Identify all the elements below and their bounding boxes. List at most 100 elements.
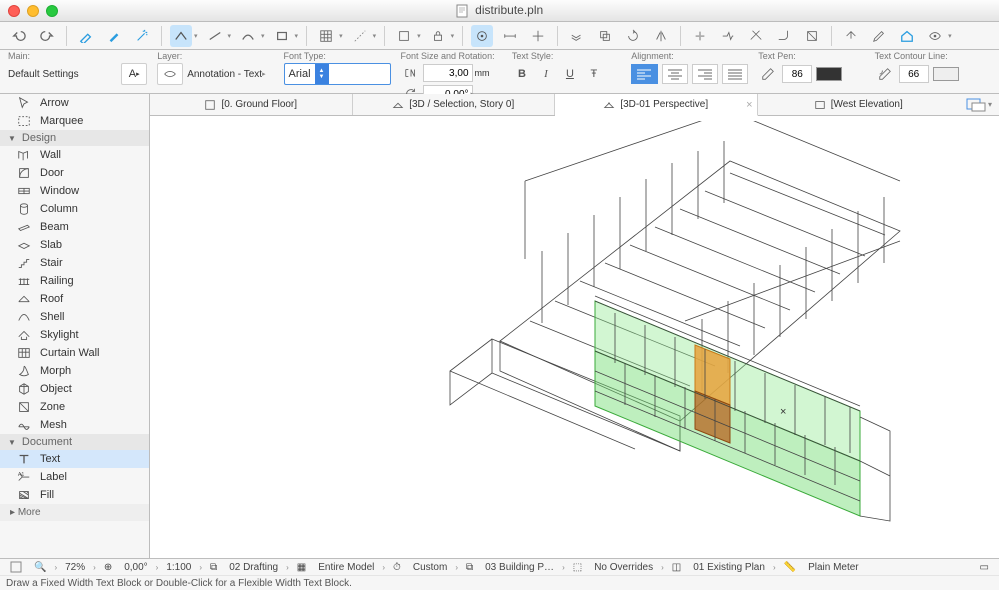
design-roof-tool[interactable]: Roof bbox=[0, 290, 149, 308]
design-door-tool[interactable]: Door bbox=[0, 164, 149, 182]
line-geometry-button[interactable] bbox=[204, 25, 226, 47]
design-mesh-tool[interactable]: Mesh bbox=[0, 416, 149, 434]
pick-parameters-button[interactable] bbox=[75, 25, 97, 47]
suspend-group-button[interactable] bbox=[566, 25, 588, 47]
design-morph-tool[interactable]: Morph bbox=[0, 362, 149, 380]
intersect-button[interactable] bbox=[745, 25, 767, 47]
section-tool-button[interactable] bbox=[393, 25, 415, 47]
redo-button[interactable] bbox=[36, 25, 58, 47]
contour-input[interactable] bbox=[899, 65, 929, 83]
design-zone-tool[interactable]: Zone bbox=[0, 398, 149, 416]
model-value[interactable]: Entire Model bbox=[314, 562, 378, 573]
magic-wand-button[interactable] bbox=[131, 25, 153, 47]
design-curtain-wall-tool[interactable]: Curtain Wall bbox=[0, 344, 149, 362]
document-text-tool[interactable]: Text bbox=[0, 450, 149, 468]
dropdown-caret-icon[interactable]: ▾ bbox=[339, 32, 343, 40]
compass-icon[interactable]: ⊕ bbox=[100, 562, 116, 573]
design-column-tool[interactable]: Column bbox=[0, 200, 149, 218]
undo-button[interactable] bbox=[8, 25, 30, 47]
dropdown-caret-icon[interactable]: ▾ bbox=[451, 32, 455, 40]
align-center-button[interactable] bbox=[662, 64, 688, 84]
snap-button[interactable] bbox=[471, 25, 493, 47]
design-railing-tool[interactable]: Railing bbox=[0, 272, 149, 290]
dropdown-caret-icon[interactable]: ▾ bbox=[228, 32, 232, 40]
home-button[interactable] bbox=[896, 25, 918, 47]
renov-value[interactable]: Custom bbox=[409, 562, 451, 573]
dropdown-caret-icon[interactable]: ▾ bbox=[373, 32, 377, 40]
align-left-button[interactable] bbox=[631, 64, 657, 84]
bold-button[interactable]: B bbox=[512, 64, 532, 84]
design-slab-tool[interactable]: Slab bbox=[0, 236, 149, 254]
tray-button[interactable]: ▭ bbox=[976, 562, 993, 573]
scale-value[interactable]: 1:100 bbox=[162, 562, 195, 573]
design-stair-tool[interactable]: Stair bbox=[0, 254, 149, 272]
edit-mode-button[interactable] bbox=[868, 25, 890, 47]
poly-geometry-button[interactable] bbox=[271, 25, 293, 47]
publish-button[interactable] bbox=[840, 25, 862, 47]
scroll-reset[interactable] bbox=[6, 561, 26, 573]
align-right-button[interactable] bbox=[692, 64, 718, 84]
view-tab-0[interactable]: [0. Ground Floor] bbox=[150, 94, 353, 115]
dropdown-caret-icon[interactable]: ▾ bbox=[948, 32, 952, 40]
split-button[interactable] bbox=[689, 25, 711, 47]
rotate-button[interactable] bbox=[622, 25, 644, 47]
guideline-button[interactable] bbox=[349, 25, 371, 47]
3d-canvas[interactable]: × Tread Segment bbox=[150, 116, 999, 558]
navigator-button[interactable]: ▾ bbox=[959, 94, 999, 115]
document-fill-tool[interactable]: Fill bbox=[0, 486, 149, 504]
zoom-value[interactable]: 72% bbox=[61, 562, 89, 573]
strikethrough-button[interactable]: Ŧ bbox=[584, 64, 604, 84]
design-group-header[interactable]: ▼Design bbox=[0, 130, 149, 146]
fillet-button[interactable] bbox=[773, 25, 795, 47]
partial-value[interactable]: 03 Building P… bbox=[481, 562, 558, 573]
arc-geometry-button[interactable] bbox=[237, 25, 259, 47]
text-pen-color[interactable] bbox=[816, 67, 842, 81]
override-value[interactable]: No Overrides bbox=[590, 562, 657, 573]
design-skylight-tool[interactable]: Skylight bbox=[0, 326, 149, 344]
design-wall-tool[interactable]: Wall bbox=[0, 146, 149, 164]
dropdown-caret-icon[interactable]: ▾ bbox=[194, 32, 198, 40]
dropdown-caret-icon[interactable]: ▾ bbox=[261, 32, 265, 40]
adjust-button[interactable] bbox=[717, 25, 739, 47]
font-type-select[interactable]: Arial ▲▼ bbox=[284, 63, 391, 85]
underline-button[interactable]: U bbox=[560, 64, 580, 84]
wall-geometry-button[interactable] bbox=[170, 25, 192, 47]
dropdown-caret-icon[interactable]: ▾ bbox=[417, 32, 421, 40]
dim-value[interactable]: Plain Meter bbox=[804, 562, 863, 573]
text-pen-input[interactable] bbox=[782, 65, 812, 83]
design-beam-tool[interactable]: Beam bbox=[0, 218, 149, 236]
distance-button[interactable] bbox=[499, 25, 521, 47]
mirror-button[interactable] bbox=[650, 25, 672, 47]
align-justify-button[interactable] bbox=[722, 64, 748, 84]
italic-button[interactable]: I bbox=[536, 64, 556, 84]
text-tool-icon[interactable]: A▸ bbox=[121, 63, 147, 85]
design-window-tool[interactable]: Window bbox=[0, 182, 149, 200]
crosshair-button[interactable] bbox=[527, 25, 549, 47]
zoom-out-icon[interactable]: 🔍 bbox=[30, 562, 50, 573]
layer-visibility-icon[interactable] bbox=[157, 63, 183, 85]
document-label-tool[interactable]: A1Label bbox=[0, 468, 149, 486]
more-tools[interactable]: ▸ More bbox=[0, 504, 149, 521]
resize-button[interactable] bbox=[801, 25, 823, 47]
arrow-tool[interactable]: Arrow bbox=[0, 94, 149, 112]
marquee-tool[interactable]: Marquee bbox=[0, 112, 149, 130]
plan-value[interactable]: 01 Existing Plan bbox=[689, 562, 769, 573]
dropdown-caret-icon[interactable]: ▾ bbox=[295, 32, 299, 40]
lock-button[interactable] bbox=[427, 25, 449, 47]
design-object-tool[interactable]: Object bbox=[0, 380, 149, 398]
design-shell-tool[interactable]: Shell bbox=[0, 308, 149, 326]
layerset-value[interactable]: 02 Drafting bbox=[225, 562, 282, 573]
grid-button[interactable] bbox=[315, 25, 337, 47]
view-tab-2[interactable]: [3D-01 Perspective]× bbox=[555, 94, 758, 116]
font-size-input[interactable] bbox=[423, 64, 473, 82]
layer-name[interactable]: Annotation - Text bbox=[187, 69, 262, 80]
inject-parameters-button[interactable] bbox=[103, 25, 125, 47]
view-tab-1[interactable]: [3D / Selection, Story 0] bbox=[353, 94, 556, 115]
document-group-header[interactable]: ▼Document bbox=[0, 434, 149, 450]
view-tab-3[interactable]: [West Elevation] bbox=[758, 94, 960, 115]
offset-button[interactable] bbox=[594, 25, 616, 47]
contour-color[interactable] bbox=[933, 67, 959, 81]
angle-value[interactable]: 0,00° bbox=[120, 562, 151, 573]
eye-button[interactable] bbox=[924, 25, 946, 47]
close-tab-icon[interactable]: × bbox=[746, 99, 752, 111]
